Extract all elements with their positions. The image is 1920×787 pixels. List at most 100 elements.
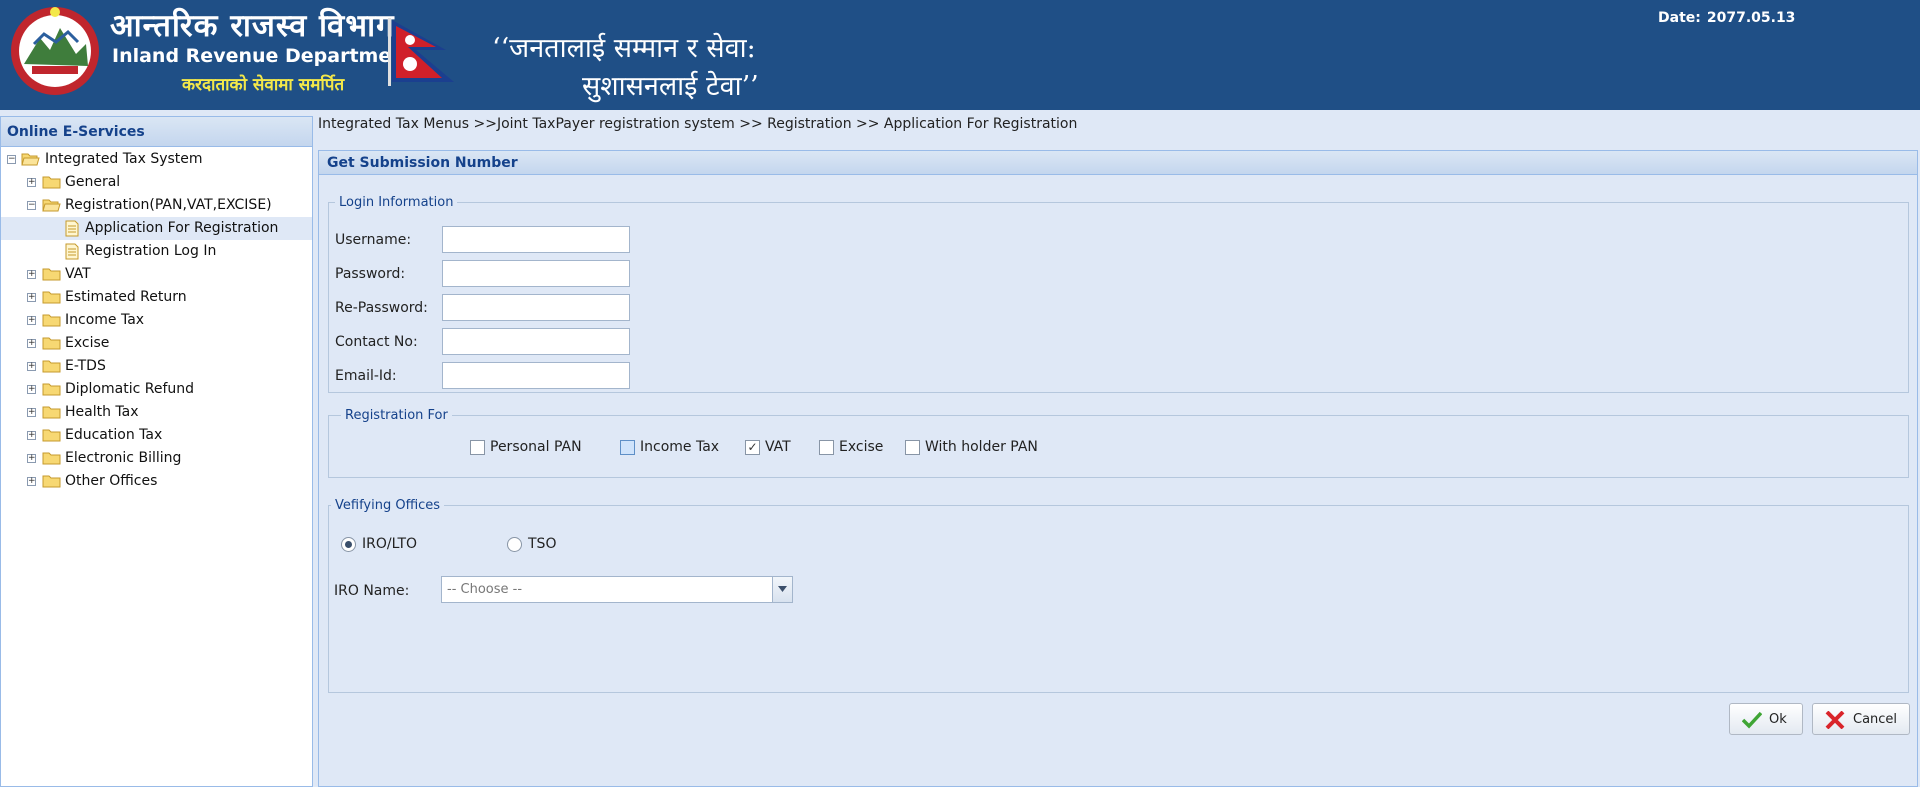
folder-icon (42, 291, 61, 304)
tree-item-registration-log-in[interactable]: Registration Log In (1, 240, 312, 263)
collapse-icon[interactable]: − (27, 201, 36, 210)
expand-icon[interactable]: + (27, 316, 36, 325)
contact-no-label: Contact No: (335, 334, 418, 350)
checkbox-box[interactable] (819, 440, 834, 455)
checkbox-box[interactable] (620, 440, 635, 455)
tree-item-general[interactable]: + General (1, 171, 312, 194)
chevron-down-icon (778, 586, 787, 592)
service-tree: − Integrated Tax System + General − Regi… (1, 147, 312, 493)
ok-button-label: Ok (1769, 712, 1787, 727)
tree-item-electronic-billing[interactable]: + Electronic Billing (1, 447, 312, 470)
tree-item-health-tax[interactable]: + Health Tax (1, 401, 312, 424)
registration-for-group: Registration For Personal PAN Income Tax… (328, 408, 1909, 478)
tree-item-education-tax[interactable]: + Education Tax (1, 424, 312, 447)
checkbox-box[interactable] (470, 440, 485, 455)
check-icon[interactable]: ✓ (745, 440, 760, 455)
tree-item-vat[interactable]: + VAT (1, 263, 312, 286)
expand-icon[interactable]: + (27, 270, 36, 279)
folder-open-icon (42, 199, 61, 212)
tree-item-other-offices[interactable]: + Other Offices (1, 470, 312, 493)
checkbox-label: VAT (765, 439, 791, 455)
site-header: आन्तरिक राजस्व विभाग Inland Revenue Depa… (0, 0, 1920, 110)
expand-icon[interactable]: + (27, 408, 36, 417)
username-label: Username: (335, 232, 412, 248)
department-title-en: Inland Revenue Department (112, 45, 414, 67)
tree-item-estimated-return[interactable]: + Estimated Return (1, 286, 312, 309)
re-password-label: Re-Password: (335, 300, 428, 316)
login-information-group: Login Information Username: Password: Re… (328, 195, 1909, 393)
tree-item-income-tax[interactable]: + Income Tax (1, 309, 312, 332)
cross-icon (1825, 711, 1845, 729)
login-information-legend: Login Information (339, 195, 454, 210)
tree-label: Education Tax (65, 427, 163, 443)
ok-button[interactable]: Ok (1729, 703, 1803, 735)
verifying-offices-legend: Vefifying Offices (335, 498, 441, 513)
folder-icon (42, 176, 61, 189)
iro-name-select[interactable]: -- Choose -- (441, 576, 793, 603)
document-icon (65, 243, 79, 260)
tree-item-excise[interactable]: + Excise (1, 332, 312, 355)
expand-icon[interactable]: + (27, 339, 36, 348)
tree-item-diplomatic-refund[interactable]: + Diplomatic Refund (1, 378, 312, 401)
nepal-flag-icon (388, 18, 454, 86)
tree-item-e-tds[interactable]: + E-TDS (1, 355, 312, 378)
username-input[interactable] (442, 226, 630, 253)
tree-label: Registration(PAN,VAT,EXCISE) (65, 197, 272, 213)
tree-item-integrated-tax-system[interactable]: − Integrated Tax System (1, 148, 312, 171)
radio-dot[interactable] (341, 537, 356, 552)
tree-label: Integrated Tax System (45, 151, 203, 167)
expand-icon[interactable]: + (27, 454, 36, 463)
registration-for-legend: Registration For (345, 408, 448, 423)
tree-item-registration[interactable]: − Registration(PAN,VAT,EXCISE) (1, 194, 312, 217)
document-icon (65, 220, 79, 237)
expand-icon[interactable]: + (27, 293, 36, 302)
tree-label: Excise (65, 335, 110, 351)
date-display: Date: 2077.05.13 (1658, 10, 1795, 26)
password-input[interactable] (442, 260, 630, 287)
checkbox-label: Excise (839, 439, 884, 455)
expand-icon[interactable]: + (27, 362, 36, 371)
radio-label: TSO (528, 536, 557, 552)
checkbox-label: Personal PAN (490, 439, 582, 455)
expand-icon[interactable]: + (27, 385, 36, 394)
expand-icon[interactable]: + (27, 178, 36, 187)
expand-icon[interactable]: + (27, 477, 36, 486)
sidebar: Online E-Services − Integrated Tax Syste… (0, 116, 313, 787)
tree-label: Diplomatic Refund (65, 381, 195, 397)
re-password-input[interactable] (442, 294, 630, 321)
tree-label: Income Tax (65, 312, 145, 328)
password-label: Password: (335, 266, 406, 282)
folder-icon (42, 314, 61, 327)
email-id-input[interactable] (442, 362, 630, 389)
folder-icon (42, 360, 61, 373)
iro-name-label: IRO Name: (334, 583, 410, 599)
tree-item-application-for-registration[interactable]: Application For Registration (1, 217, 312, 240)
radio-dot[interactable] (507, 537, 522, 552)
sidebar-title: Online E-Services (1, 117, 312, 147)
username-row: Username: (329, 226, 729, 254)
contact-no-input[interactable] (442, 328, 630, 355)
email-id-label: Email-Id: (335, 368, 397, 384)
date-label: Date: (1658, 10, 1701, 26)
slogan-line-1: ‘‘जनतालाई सम्मान र सेवा: (492, 33, 756, 64)
tree-label: Electronic Billing (65, 450, 182, 466)
cancel-button[interactable]: Cancel (1812, 703, 1910, 735)
tree-label: Application For Registration (85, 220, 279, 236)
checkbox-label: With holder PAN (925, 439, 1038, 455)
breadcrumb: Integrated Tax Menus >>Joint TaxPayer re… (318, 116, 1078, 132)
expand-icon[interactable]: + (27, 431, 36, 440)
password-row: Password: (329, 260, 729, 288)
tree-label: Other Offices (65, 473, 158, 489)
tree-label: Health Tax (65, 404, 139, 420)
date-value: 2077.05.13 (1706, 10, 1796, 26)
tree-label: E-TDS (65, 358, 106, 374)
submission-panel: Get Submission Number Login Information … (318, 150, 1918, 787)
checkbox-box[interactable] (905, 440, 920, 455)
radio-label: IRO/LTO (362, 536, 418, 552)
dropdown-trigger[interactable] (772, 577, 792, 602)
slogan-line-2: सुशासनलाई टेवा’’ (582, 71, 759, 102)
collapse-icon[interactable]: − (7, 155, 16, 164)
folder-open-icon (21, 153, 40, 166)
folder-icon (42, 406, 61, 419)
re-password-row: Re-Password: (329, 294, 729, 322)
